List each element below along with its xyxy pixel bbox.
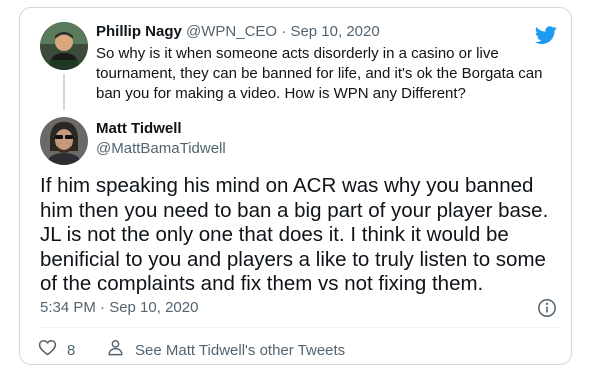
main-tweet-text: If him speaking his mind on ACR was why … [40,174,549,295]
info-icon[interactable] [537,298,557,318]
tweet-timestamp[interactable]: 5:34 PM · Sep 10, 2020 [40,299,198,316]
person-icon [106,338,125,362]
other-tweets-label: See Matt Tidwell's other Tweets [135,341,346,359]
parent-author-name[interactable]: Phillip Nagy [96,23,182,40]
main-author-handle[interactable]: @MattBamaTidwell [96,139,226,159]
main-author-name[interactable]: Matt Tidwell [96,119,182,139]
parent-tweet-date[interactable]: Sep 10, 2020 [290,23,379,40]
other-tweets-link[interactable]: See Matt Tidwell's other Tweets [106,339,345,361]
matt-tidwell-avatar[interactable] [40,117,88,165]
header-separator: · [281,23,287,40]
twitter-bird-icon[interactable] [533,24,559,46]
actions-divider [40,327,560,328]
parent-tweet-text: So why is it when someone acts disorderl… [96,45,543,102]
like-button[interactable]: 8 [38,339,75,361]
parent-author-handle[interactable]: @WPN_CEO [186,23,277,40]
parent-tweet-header: Phillip Nagy @WPN_CEO · Sep 10, 2020 [96,22,380,42]
phillip-nagy-avatar[interactable] [40,22,88,70]
heart-icon [38,338,57,362]
like-count: 8 [67,341,76,359]
thread-connector [63,74,65,110]
tweet-card: Phillip Nagy @WPN_CEO · Sep 10, 2020 So … [19,7,572,365]
